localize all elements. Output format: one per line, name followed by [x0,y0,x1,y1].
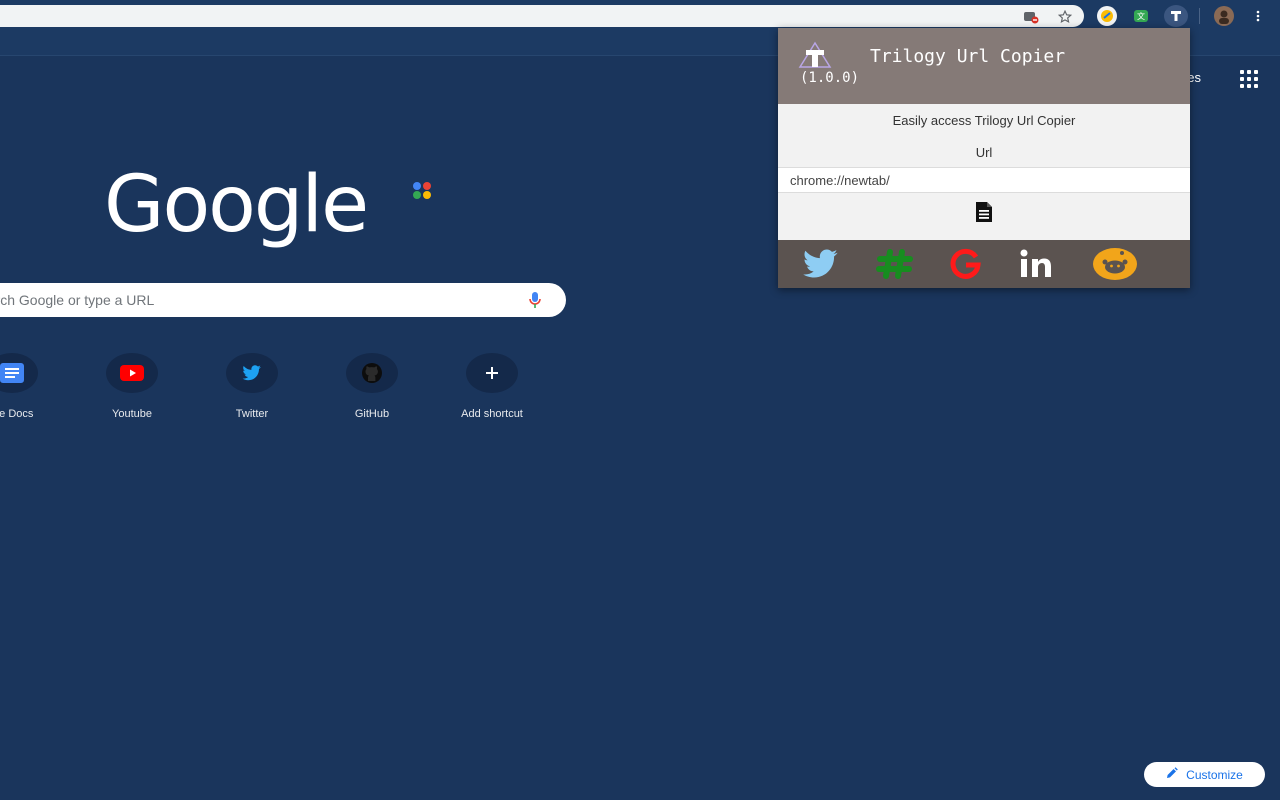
copy-document-icon[interactable] [972,201,996,223]
translate-blocked-icon[interactable] [1022,8,1040,26]
google-logo: Google [104,160,369,250]
github-icon [346,353,398,393]
popup-version: (1.0.0) [800,70,860,86]
toolbar-divider [1199,8,1200,24]
shortcut-youtube[interactable]: Youtube [72,353,192,433]
extension-popup: Trilogy Url Copier (1.0.0) Easily access… [778,28,1190,288]
popup-title: Trilogy Url Copier [870,46,1066,67]
search-placeholder: earch Google or type a URL [0,292,155,308]
microphone-icon[interactable] [528,291,542,309]
slack-hash-share-icon[interactable] [872,246,918,282]
profile-avatar-icon[interactable] [1214,6,1234,26]
url-label: Url [975,145,993,160]
more-vert-icon[interactable] [1248,6,1268,26]
trilogy-logo-icon [798,41,832,71]
shortcut-github[interactable]: GitHub [312,353,432,433]
google-apps-icon[interactable] [1240,70,1258,88]
search-box[interactable]: earch Google or type a URL [0,283,566,317]
linkedin-share-icon[interactable] [1016,246,1062,282]
shortcut-label: Twitter [235,408,269,420]
youtube-icon [106,353,158,393]
shortcut-label: GitHub [354,408,390,420]
shortcut-twitter[interactable]: Twitter [192,353,312,433]
plus-icon [466,353,518,393]
address-bar[interactable] [0,5,1084,27]
google-logo-dots [413,182,437,200]
svg-text:文: 文 [1137,11,1145,21]
google-docs-icon [0,353,38,393]
twitter-icon [226,353,278,393]
shortcut-google-docs[interactable]: gle Docs [0,353,72,433]
reddit-share-icon[interactable] [1092,246,1138,282]
twitter-share-icon[interactable] [798,246,844,282]
customize-label: Customize [1186,767,1243,782]
browser-toolbar: 文 [0,0,1280,28]
popup-description: Easily access Trilogy Url Copier [892,113,1076,128]
share-bar [778,240,1190,288]
extension-icon[interactable] [1097,6,1117,26]
url-field[interactable] [778,167,1190,193]
customize-button[interactable]: Customize [1144,762,1265,787]
google-share-icon[interactable] [942,246,988,282]
shortcut-label: Youtube [112,408,152,420]
popup-header: Trilogy Url Copier (1.0.0) [778,28,1190,104]
shortcut-label: gle Docs [0,408,34,420]
pencil-icon [1166,767,1178,782]
bookmark-star-icon[interactable] [1056,8,1074,26]
extension-icon[interactable]: 文 [1131,6,1151,26]
shortcut-add[interactable]: Add shortcut [432,353,552,433]
trilogy-extension-icon[interactable] [1164,5,1188,27]
shortcut-label: Add shortcut [461,408,523,420]
